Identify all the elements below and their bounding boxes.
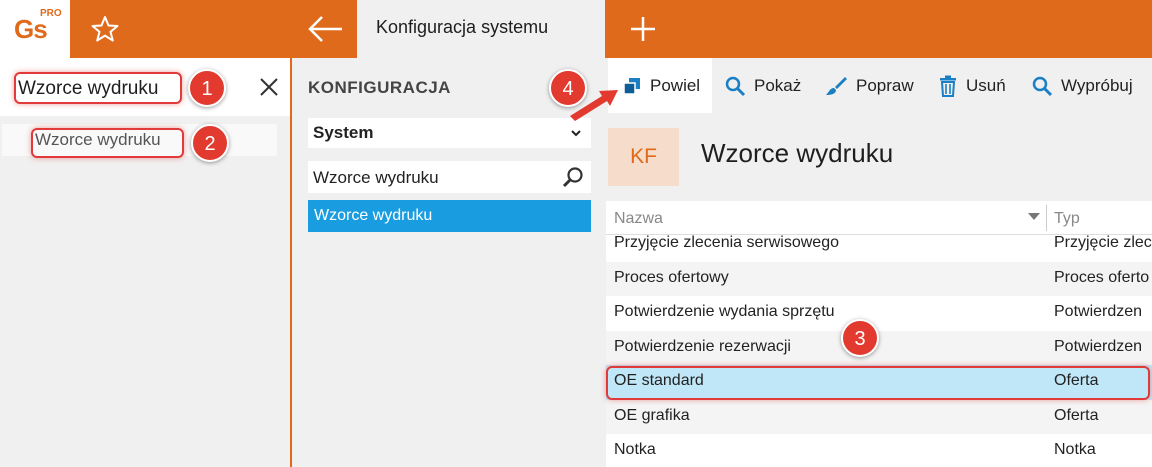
table-row[interactable]: OE grafika Oferta bbox=[606, 399, 1152, 434]
magnifier-icon bbox=[725, 76, 746, 96]
delete-label: Usuń bbox=[966, 75, 1006, 95]
step-marker-3: 3 bbox=[841, 319, 879, 357]
table-row[interactable]: Notka Notka bbox=[606, 434, 1152, 467]
try-button[interactable]: Wypróbuj bbox=[1031, 58, 1133, 113]
new-tab-plus-icon[interactable] bbox=[626, 12, 660, 46]
try-label: Wypróbuj bbox=[1061, 75, 1133, 95]
table-row[interactable]: Proces ofertowy Proces oferto bbox=[606, 261, 1152, 296]
cell-name: Potwierdzenie rezerwacji bbox=[614, 337, 791, 355]
tab-system-configuration[interactable]: Konfiguracja systemu bbox=[357, 0, 605, 58]
table-row[interactable]: Potwierdzenie rezerwacji Potwierdzen bbox=[606, 330, 1152, 365]
module-badge: KF bbox=[608, 128, 679, 186]
config-list-item-selected[interactable]: Wzorce wydruku bbox=[308, 200, 591, 232]
show-label: Pokaż bbox=[754, 75, 802, 95]
group-select[interactable]: System bbox=[308, 118, 591, 148]
clear-search-close-icon[interactable] bbox=[257, 75, 281, 99]
top-bar: Gs PRO Konfiguracja systemu bbox=[0, 0, 1152, 58]
step-marker-2: 2 bbox=[191, 124, 229, 162]
edit-button[interactable]: Popraw bbox=[824, 58, 914, 113]
delete-button[interactable]: Usuń bbox=[938, 58, 1006, 113]
column-header-type[interactable]: Typ bbox=[1054, 210, 1080, 228]
left-search-panel: Wzorce wydruku Wzorce wydruku bbox=[0, 58, 292, 467]
table-row[interactable]: Przyjęcie zlecenia serwisowego Przyjęcie … bbox=[606, 227, 1152, 262]
config-list-item-label: Wzorce wydruku bbox=[314, 207, 433, 224]
duplicate-label: Powiel bbox=[650, 75, 701, 95]
logo-superscript: PRO bbox=[40, 8, 62, 19]
table-row[interactable]: Potwierdzenie wydania sprzętu Potwierdzen bbox=[606, 296, 1152, 331]
magnifier-icon bbox=[1032, 76, 1053, 96]
app-logo[interactable]: Gs PRO bbox=[0, 0, 70, 58]
tab-label: Konfiguracja systemu bbox=[376, 17, 549, 37]
trash-icon bbox=[940, 75, 956, 97]
duplicate-icon bbox=[623, 77, 640, 95]
highlight-search-result bbox=[31, 128, 184, 158]
config-filter-value: Wzorce wydruku bbox=[313, 168, 439, 187]
cell-type: Przyjęcie zlece bbox=[1054, 234, 1152, 251]
search-icon[interactable] bbox=[561, 165, 585, 189]
cell-name: Przyjęcie zlecenia serwisowego bbox=[614, 234, 839, 251]
cell-type: Potwierdzen bbox=[1054, 337, 1143, 355]
brush-icon bbox=[826, 76, 847, 95]
highlight-selected-row bbox=[606, 366, 1150, 400]
cell-name: OE grafika bbox=[614, 406, 690, 424]
show-button[interactable]: Pokaż bbox=[724, 58, 801, 113]
arrow-pointer-icon bbox=[570, 90, 618, 121]
cell-type: Notka bbox=[1054, 441, 1096, 458]
favorite-star-icon[interactable] bbox=[88, 12, 122, 46]
configuration-heading: KONFIGURACJA bbox=[308, 78, 451, 97]
cell-type: Oferta bbox=[1054, 406, 1099, 424]
back-arrow-icon[interactable] bbox=[300, 10, 350, 48]
highlight-search-input bbox=[14, 72, 182, 104]
column-header-name[interactable]: Nazwa bbox=[614, 210, 663, 228]
main-content: Powiel Pokaż Popraw Usuń Wypróbuj KF Wzo… bbox=[606, 58, 1152, 467]
duplicate-button[interactable]: Powiel bbox=[608, 58, 712, 113]
cell-name: Potwierdzenie wydania sprzętu bbox=[614, 303, 835, 320]
page-title: Wzorce wydruku bbox=[701, 138, 894, 168]
step-marker-1: 1 bbox=[188, 69, 226, 107]
edit-label: Popraw bbox=[856, 75, 914, 95]
group-select-value: System bbox=[313, 123, 374, 142]
config-filter-input[interactable]: Wzorce wydruku bbox=[308, 161, 591, 193]
configuration-panel: KONFIGURACJA System Wzorce wydruku Wzorc… bbox=[292, 58, 606, 467]
chevron-down-icon bbox=[571, 130, 581, 137]
toolbar: Powiel Pokaż Popraw Usuń Wypróbuj bbox=[606, 58, 1152, 113]
cell-type: Proces oferto bbox=[1054, 268, 1150, 286]
templates-table: Nazwa Typ Przyjęcie zlecenia serwisowego… bbox=[606, 201, 1152, 467]
cell-name: Notka bbox=[614, 441, 656, 458]
cell-name: Proces ofertowy bbox=[614, 268, 729, 286]
sort-down-icon[interactable] bbox=[1028, 213, 1040, 220]
cell-type: Potwierdzen bbox=[1054, 303, 1143, 320]
